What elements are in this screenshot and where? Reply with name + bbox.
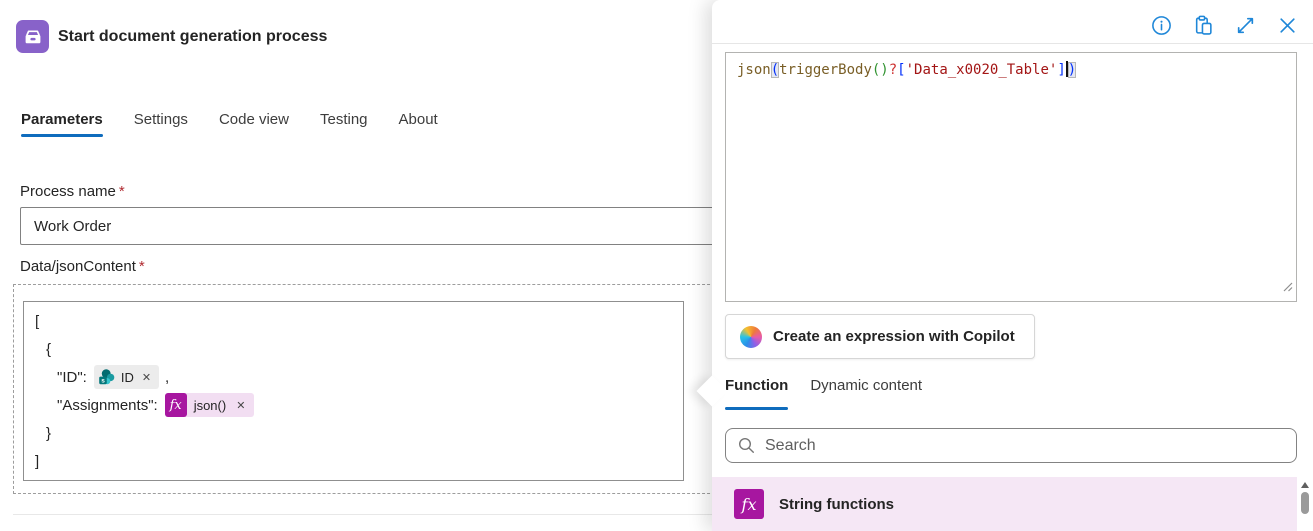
tab-testing[interactable]: Testing (320, 111, 368, 137)
fx-icon: fx (164, 393, 187, 417)
required-asterisk: * (138, 258, 145, 275)
pill-label: json() (193, 397, 227, 413)
process-name-label: Process name * (20, 183, 125, 200)
page-title: Start document generation process (58, 28, 328, 45)
remove-token-icon[interactable]: ✕ (142, 371, 151, 384)
close-icon[interactable] (1277, 15, 1298, 36)
action-archive-drawer-icon (16, 20, 49, 53)
scrollbar-up-arrow-icon[interactable] (1301, 482, 1309, 488)
json-content-lines: [ { "ID": s ID ✕ , "Assignments": fx jso… (35, 307, 255, 475)
card-bottom-divider (13, 514, 713, 515)
list-item-string-functions[interactable]: fx String functions (712, 477, 1297, 531)
json-line: { (46, 340, 52, 358)
data-json-content-dropzone[interactable]: [ { "ID": s ID ✕ , "Assignments": fx jso… (13, 284, 740, 494)
tab-parameters[interactable]: Parameters (21, 111, 103, 137)
remove-token-icon[interactable]: ✕ (236, 399, 245, 412)
json-line: [ (35, 312, 40, 330)
search-icon (738, 437, 755, 454)
tab-function[interactable]: Function (725, 377, 789, 410)
archive-drawer-icon (25, 29, 40, 43)
json-line-id: "ID": s ID ✕ , (35, 363, 254, 391)
function-search-box[interactable] (725, 428, 1297, 463)
sharepoint-icon: s (99, 369, 115, 385)
expression-token: ? (888, 62, 898, 78)
scrollbar-thumb[interactable] (1301, 492, 1309, 514)
copilot-button-label: Create an expression with Copilot (773, 328, 1015, 345)
expression-token: ) (1067, 62, 1077, 78)
pill-label: ID (120, 369, 134, 385)
expression-panel: json(triggerBody()?['Data_x0020_Table'])… (712, 0, 1313, 531)
create-expression-copilot-button[interactable]: Create an expression with Copilot (725, 314, 1035, 359)
flow-action-editor: Start document generation process Parame… (0, 0, 1313, 531)
expression-token: ] (1057, 62, 1066, 78)
svg-text:s: s (101, 377, 105, 384)
expand-icon[interactable] (1235, 15, 1256, 36)
copilot-logo-icon (740, 325, 762, 348)
panel-tab-bar: Function Dynamic content (725, 377, 922, 410)
tab-about[interactable]: About (399, 111, 438, 137)
expression-token: 'Data_x0020_Table' (905, 62, 1058, 78)
expression-token: () (871, 62, 889, 78)
search-input[interactable] (765, 436, 1284, 455)
expression-token: json (737, 62, 771, 78)
expression-input[interactable]: json(triggerBody()?['Data_x0020_Table']) (725, 52, 1297, 302)
json-line-assignments: "Assignments": fx json() ✕ (35, 391, 255, 419)
required-asterisk: * (118, 183, 125, 200)
expression-token: ( (770, 62, 780, 78)
dynamic-content-pill-id[interactable]: s ID ✕ (93, 365, 160, 389)
json-line: } (46, 424, 52, 442)
expression-pill-json[interactable]: fx json() ✕ (164, 393, 255, 417)
panel-toolbar (1151, 15, 1298, 36)
data-json-content-label: Data/jsonContent * (20, 258, 145, 275)
tab-code-view[interactable]: Code view (219, 111, 289, 137)
info-icon[interactable] (1151, 15, 1172, 36)
resize-handle-icon[interactable] (1282, 278, 1293, 298)
function-group-label: String functions (779, 495, 894, 513)
fx-icon: fx (734, 489, 764, 519)
expression-token: [ (897, 62, 906, 78)
json-content-editor[interactable]: [ { "ID": s ID ✕ , "Assignments": fx jso… (23, 301, 684, 481)
json-line: ] (35, 452, 40, 470)
tab-dynamic-content[interactable]: Dynamic content (810, 377, 922, 410)
tab-settings[interactable]: Settings (134, 111, 188, 137)
expression-token: triggerBody (779, 62, 872, 78)
paste-icon[interactable] (1193, 15, 1214, 36)
panel-scrollbar[interactable] (1297, 477, 1313, 531)
action-tab-bar: Parameters Settings Code view Testing Ab… (21, 111, 438, 137)
panel-header-divider (712, 43, 1313, 44)
